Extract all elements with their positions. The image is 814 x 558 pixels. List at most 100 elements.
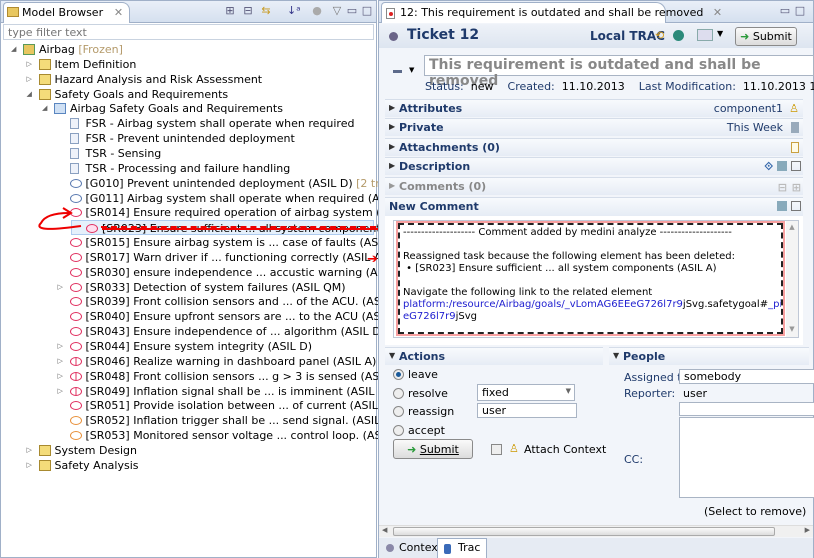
collapse-all-icon[interactable]: ⊟ [242,5,254,17]
section-comments[interactable]: ▶ Comments (0) ⊟ ⊞ [385,177,803,195]
maximize-icon[interactable] [791,161,801,171]
attach-context-label[interactable]: Attach Context [524,443,606,456]
resolution-select[interactable]: fixed ▼ [477,384,575,401]
tree-item[interactable]: ◢ Safety Goals and Requirements [25,87,377,102]
scrollbar-thumb[interactable] [393,527,775,536]
close-icon[interactable]: ✕ [114,6,123,19]
radio-label[interactable]: leave [408,368,438,381]
expanded-arrow-icon[interactable]: ◢ [27,87,32,102]
comment-scrollbar[interactable]: ▲ ▼ [786,221,798,337]
maximize-icon[interactable] [791,201,801,211]
attach-file-icon[interactable] [791,142,799,153]
view-menu-icon[interactable] [697,29,713,41]
tree-item[interactable]: ▷ Hazard Analysis and Risk Assessment [25,72,377,87]
tree-item[interactable]: TSR - Sensing [56,146,377,161]
cc-add-field[interactable] [679,402,814,416]
tree-item[interactable]: [G010] Prevent unintended deployment (AS… [56,176,409,191]
section-actions[interactable]: ▼ Actions [385,347,603,365]
sort-az-icon[interactable]: ↓ᵃ [287,5,301,17]
horizontal-scrollbar[interactable]: ◀ ▶ [379,525,813,537]
attach-context-checkbox[interactable] [491,444,502,455]
expand-all-icon[interactable]: ⊞ [792,181,801,194]
radio-reassign[interactable] [393,406,404,417]
comment-textarea[interactable]: -------------------- Comment added by me… [393,220,799,338]
submit-button[interactable]: ➜ Submit [393,439,473,459]
tree-item[interactable]: FSR - Prevent unintended deployment [56,131,377,146]
tree-item[interactable]: ◢ Airbag [Frozen] [9,42,376,57]
editor-tab[interactable]: 12: This requirement is outdated and sha… [381,2,722,23]
section-description[interactable]: ▶ Description ⟐ [385,157,803,175]
tree-item[interactable]: ▷ [SR048] Front collision sensors ... g >… [56,369,405,384]
section-private[interactable]: ▶ Private This Week [385,118,803,136]
tree-item[interactable]: [SR030] ensure independence ... accustic… [56,265,409,280]
open-browser-icon[interactable] [673,30,684,41]
tree-item[interactable]: ▷ Item Definition [25,57,377,72]
tree-item[interactable]: [SR017] Warn driver if ... functioning c… [56,250,437,265]
collapsed-arrow-icon[interactable]: ▷ [27,458,32,473]
synchronize-icon[interactable]: ⟲ [655,29,664,42]
attributes-icon[interactable]: ♙ [789,102,799,115]
tree-item[interactable]: ▷ Safety Analysis [25,458,377,473]
collapsed-arrow-icon[interactable]: ▷ [58,369,63,384]
expanded-arrow-icon[interactable]: ◢ [11,42,16,57]
tree-item[interactable]: [SR039] Front collision sensors and ... … [56,294,457,309]
collapsed-arrow-icon[interactable]: ▷ [58,384,63,399]
close-icon[interactable]: ✕ [713,6,722,19]
reassign-field[interactable]: user [477,403,577,418]
tree-item[interactable]: ▷ System Design [25,443,377,458]
maximize-icon[interactable]: □ [794,5,806,17]
tree-item[interactable]: TSR - Processing and failure handling [56,161,377,176]
assigned-field[interactable]: somebody [679,369,814,384]
collapsed-arrow-icon[interactable]: ▷ [27,72,32,87]
minimize-icon[interactable]: ▭ [346,5,358,17]
tree-item[interactable]: FSR - Airbag system shall operate when r… [56,116,377,131]
chevron-down-icon[interactable]: ▼ [566,387,571,395]
tree-item[interactable]: [SR043] Ensure independence of ... algor… [56,324,385,339]
submit-button-top[interactable]: ➜ Submit [735,27,797,46]
link-editor-icon[interactable]: ⇆ [260,5,272,17]
tree-item[interactable]: ▷ [SR046] Realize warning in dashboard pa… [56,354,377,369]
tree-item[interactable]: [SR053] Monitored sensor voltage ... con… [56,428,406,443]
tree-item[interactable]: ▷ [SR033] Detection of system failures (A… [56,280,377,295]
tab-trac[interactable]: Trac [437,538,488,558]
priority-icon[interactable] [393,70,402,73]
radio-label[interactable]: reassign [408,405,454,418]
collapse-all-icon[interactable]: ⊟ [778,181,787,194]
section-attachments[interactable]: ▶ Attachments (0) [385,138,803,156]
reply-icon[interactable]: ⟐ [764,160,773,174]
preview-icon[interactable] [777,201,787,211]
collapsed-arrow-icon[interactable]: ▷ [58,280,63,295]
summary-field[interactable]: This requirement is outdated and shall b… [424,55,814,89]
tree-item[interactable]: [SR051] Provide isolation between ... of… [56,398,451,413]
element-link[interactable]: _piFLcG6jE [768,299,781,310]
collapsed-arrow-icon[interactable]: ▷ [58,354,63,369]
section-people[interactable]: ▼ People [609,347,809,365]
maximize-icon[interactable]: □ [361,5,373,17]
collapsed-arrow-icon[interactable]: ▷ [58,339,63,354]
radio-leave[interactable] [393,369,404,380]
tree-item[interactable]: ▷ [SR044] Ensure system integrity (ASIL D… [56,339,377,354]
radio-resolve[interactable] [393,387,404,399]
radio-accept[interactable] [393,424,404,436]
tree-item[interactable]: [SR015] Ensure airbag system is ... case… [56,235,455,250]
minimize-icon[interactable]: ▭ [779,5,791,17]
tree-item[interactable]: [SR040] Ensure upfront sensors are ... t… [56,309,405,324]
calendar-icon[interactable] [791,122,799,133]
tree-item[interactable]: [SR052] Inflation trigger shall be ... s… [56,413,396,428]
chevron-down-icon[interactable]: ▼ [717,29,723,38]
radio-label[interactable]: resolve [408,387,448,400]
filter-icon[interactable]: ● [311,5,323,17]
tree-item[interactable]: ▷ [SR049] Inflation signal shall be ... i… [56,384,391,399]
cc-list[interactable] [679,417,814,498]
preview-icon[interactable] [777,161,787,171]
section-attributes[interactable]: ▶ Attributes component1 ♙ [385,99,803,117]
chevron-down-icon[interactable]: ▼ [409,66,414,74]
element-link[interactable]: platform:/resource/Airbag/goals/_vLomAG6… [403,299,683,310]
tree-item[interactable]: [G011] Airbag system shall operate when … [56,191,462,206]
radio-label[interactable]: accept [408,424,445,437]
filter-input[interactable] [3,24,374,40]
repository-label[interactable]: Local TRAC [590,29,665,43]
expand-all-icon[interactable]: ⊞ [224,5,236,17]
collapsed-arrow-icon[interactable]: ▷ [27,57,32,72]
view-menu-icon[interactable]: ▽ [331,5,343,17]
